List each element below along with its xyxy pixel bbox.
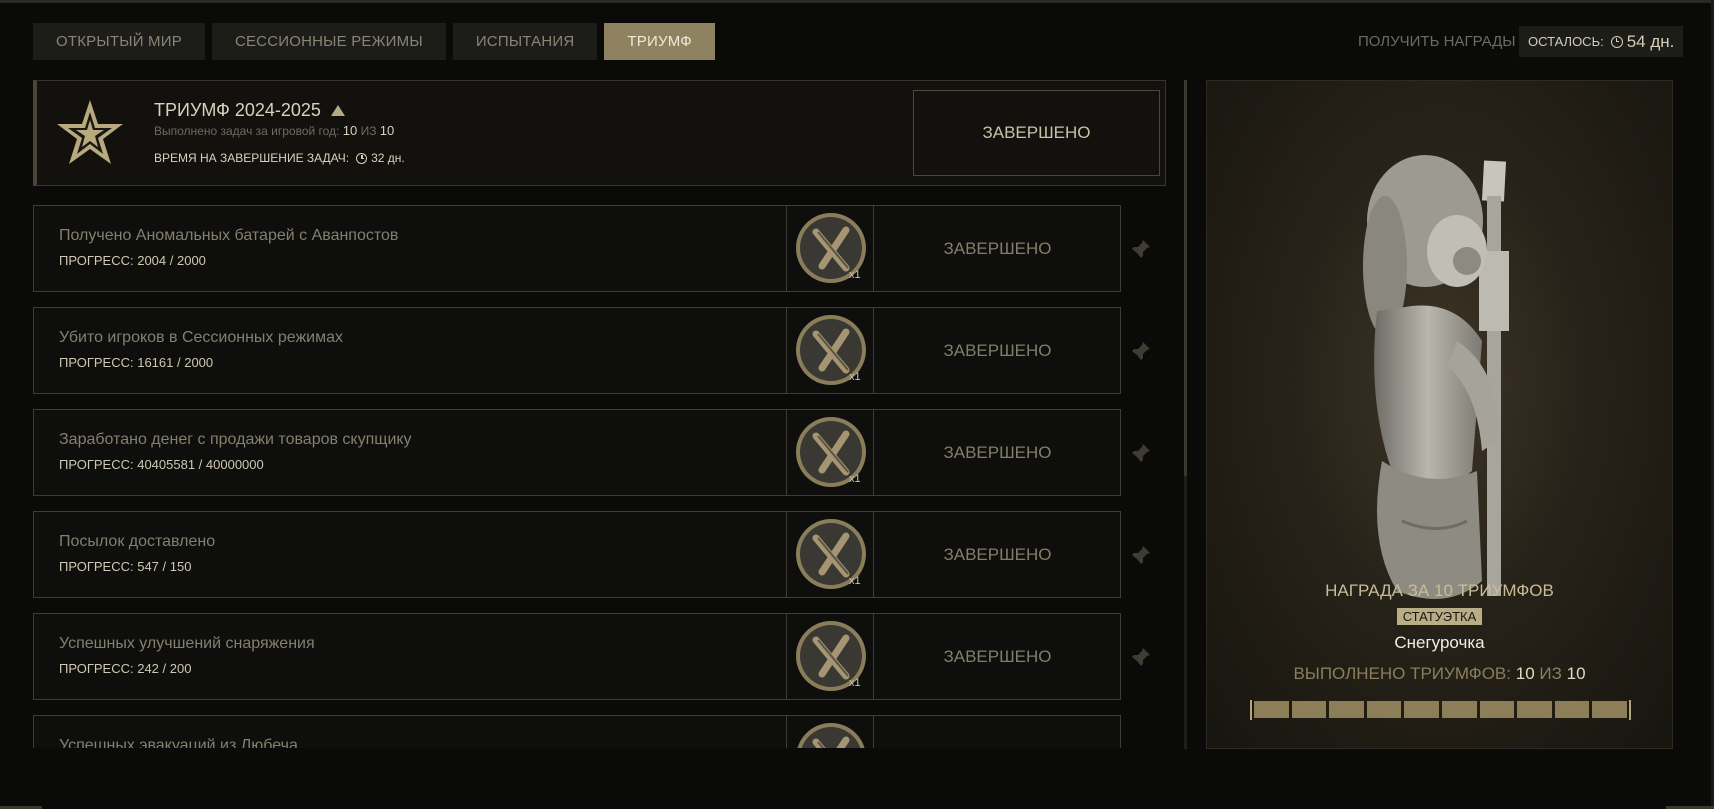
reward-medal-icon <box>794 720 868 748</box>
triumphs-done-value: 10 <box>1515 664 1535 683</box>
task-row[interactable]: Получено Аномальных батарей с Аванпостов… <box>33 205 1121 292</box>
task-status: ЗАВЕРШЕНО <box>943 544 1052 564</box>
pin-icon[interactable] <box>1130 442 1152 464</box>
reward-quantity: x1 <box>849 677 861 689</box>
pin-icon[interactable] <box>1130 238 1152 260</box>
season-remaining: ОСТАЛОСЬ: 54 дн. <box>1519 26 1684 57</box>
claim-rewards-link[interactable]: ПОЛУЧИТЬ НАГРАДЫ <box>1358 33 1516 50</box>
triumphs-completed-label: ВЫПОЛНЕНО ТРИУМФОВ: <box>1293 664 1511 683</box>
list-scrollbar[interactable] <box>1184 80 1187 749</box>
time-label: ВРЕМЯ НА ЗАВЕРШЕНИЕ ЗАДАЧ: <box>154 151 350 165</box>
triumph-tasks-done: Выполнено задач за игровой год: 10 ИЗ 10 <box>154 123 394 138</box>
triumph-time: ВРЕМЯ НА ЗАВЕРШЕНИЕ ЗАДАЧ: 32 дн. <box>154 151 405 165</box>
tasks-done-value: 10 <box>342 123 358 138</box>
task-reward-cell[interactable]: x1 <box>786 512 874 597</box>
pin-icon[interactable] <box>1130 544 1152 566</box>
progress-segment <box>1592 701 1627 718</box>
triumph-progress-bar <box>1250 700 1631 720</box>
task-progress: ПРОГРЕСС: 16161 / 2000 <box>59 355 214 370</box>
top-border <box>0 0 1714 3</box>
time-value: 32 дн. <box>371 151 405 165</box>
tab-session-modes[interactable]: СЕССИОННЫЕ РЕЖИМЫ <box>211 23 446 60</box>
task-reward-cell[interactable]: x1 <box>786 614 874 699</box>
triumph-title: ТРИУМФ 2024-2025 <box>154 100 321 120</box>
triumph-title-row[interactable]: ТРИУМФ 2024-2025 <box>154 100 345 121</box>
task-row[interactable]: Успешных эвакуаций из Любеча <box>33 715 1121 748</box>
triumphs-total-value: 10 <box>1566 664 1586 683</box>
task-status: ЗАВЕРШЕНО <box>943 238 1052 258</box>
task-progress: ПРОГРЕСС: 40405581 / 40000000 <box>59 457 264 472</box>
progress-segment <box>1479 701 1515 718</box>
task-status: ЗАВЕРШЕНО <box>943 442 1052 462</box>
task-name: Успешных улучшений снаряжения <box>59 635 315 652</box>
reward-type: СТАТУЭТКА <box>1207 608 1672 626</box>
task-progress: ПРОГРЕСС: 2004 / 2000 <box>59 253 206 268</box>
progress-segment <box>1404 701 1439 718</box>
tasks-total-value: 10 <box>379 123 395 138</box>
task-name: Успешных эвакуаций из Любеча <box>59 737 298 748</box>
task-progress: ПРОГРЕСС: 242 / 200 <box>59 661 192 676</box>
progress-segment <box>1291 701 1327 718</box>
triumph-status: ЗАВЕРШЕНО <box>913 90 1160 176</box>
reward-quantity: x1 <box>849 575 861 587</box>
task-reward-cell[interactable]: x1 <box>786 206 874 291</box>
reward-title: НАГРАДА ЗА 10 ТРИУМФОВ <box>1325 581 1554 600</box>
reward-quantity: x1 <box>849 269 861 281</box>
reward-name: Снегурочка <box>1394 633 1485 652</box>
task-name: Убито игроков в Сессионных режимах <box>59 329 344 346</box>
task-reward-cell[interactable]: x1 <box>786 308 874 393</box>
reward-quantity: x1 <box>849 371 861 383</box>
pin-icon[interactable] <box>1130 340 1152 362</box>
task-name: Посылок доставлено <box>59 533 216 550</box>
remaining-label: ОСТАЛОСЬ: <box>1528 34 1604 49</box>
reward-type-badge: СТАТУЭТКА <box>1396 608 1483 625</box>
tasks-of-word: ИЗ <box>360 124 377 138</box>
progress-segment <box>1329 701 1364 718</box>
task-name: Заработано денег с продажи товаров скупщ… <box>59 431 412 448</box>
task-status: ЗАВЕРШЕНО <box>943 646 1052 666</box>
mode-tabs: ОТКРЫТЫЙ МИР СЕССИОННЫЕ РЕЖИМЫ ИСПЫТАНИЯ… <box>33 23 715 60</box>
remaining-value: 54 дн. <box>1626 31 1675 51</box>
reward-quantity: x1 <box>849 473 861 485</box>
task-status <box>875 716 1120 748</box>
progress-segment <box>1441 701 1477 718</box>
task-status: ЗАВЕРШЕНО <box>943 340 1052 360</box>
triumph-card[interactable]: ТРИУМФ 2024-2025 Выполнено задач за игро… <box>33 80 1166 186</box>
tab-trials[interactable]: ИСПЫТАНИЯ <box>452 23 598 60</box>
triumphs-completed: ВЫПОЛНЕНО ТРИУМФОВ: 10 ИЗ 10 <box>1207 664 1672 684</box>
clock-icon <box>1610 35 1623 48</box>
progress-segment <box>1254 701 1289 718</box>
collapse-arrow-icon[interactable] <box>330 105 345 116</box>
star-icon <box>57 100 123 164</box>
task-reward-cell[interactable] <box>786 716 874 748</box>
task-row[interactable]: Убито игроков в Сессионных режимах ПРОГРЕ… <box>33 307 1121 394</box>
tab-triumph[interactable]: ТРИУМФ <box>604 23 715 60</box>
progress-segment <box>1366 701 1402 718</box>
task-name: Получено Аномальных батарей с Аванпостов <box>59 227 399 244</box>
task-row[interactable]: Успешных улучшений снаряжения ПРОГРЕСС: 2… <box>33 613 1121 700</box>
reward-panel: НАГРАДА ЗА 10 ТРИУМФОВ СТАТУЭТКА Снегуро… <box>1206 80 1673 749</box>
tasks-done-label: Выполнено задач за игровой год: <box>154 124 340 138</box>
task-reward-cell[interactable]: x1 <box>786 410 874 495</box>
task-list[interactable]: Получено Аномальных батарей с Аванпостов… <box>33 205 1173 748</box>
tab-open-world[interactable]: ОТКРЫТЫЙ МИР <box>33 23 205 60</box>
task-progress: ПРОГРЕСС: 547 / 150 <box>59 559 192 574</box>
statuette-figure <box>1363 155 1509 599</box>
task-row[interactable]: Заработано денег с продажи товаров скупщ… <box>33 409 1121 496</box>
clock-icon <box>356 152 368 164</box>
progress-segment <box>1517 701 1552 718</box>
task-row[interactable]: Посылок доставлено ПРОГРЕСС: 547 / 150 x1 З… <box>33 511 1121 598</box>
triumphs-of-word: ИЗ <box>1539 664 1562 683</box>
scrollbar-thumb[interactable] <box>1184 80 1187 476</box>
pin-icon[interactable] <box>1130 646 1152 668</box>
progress-segment <box>1554 701 1590 718</box>
